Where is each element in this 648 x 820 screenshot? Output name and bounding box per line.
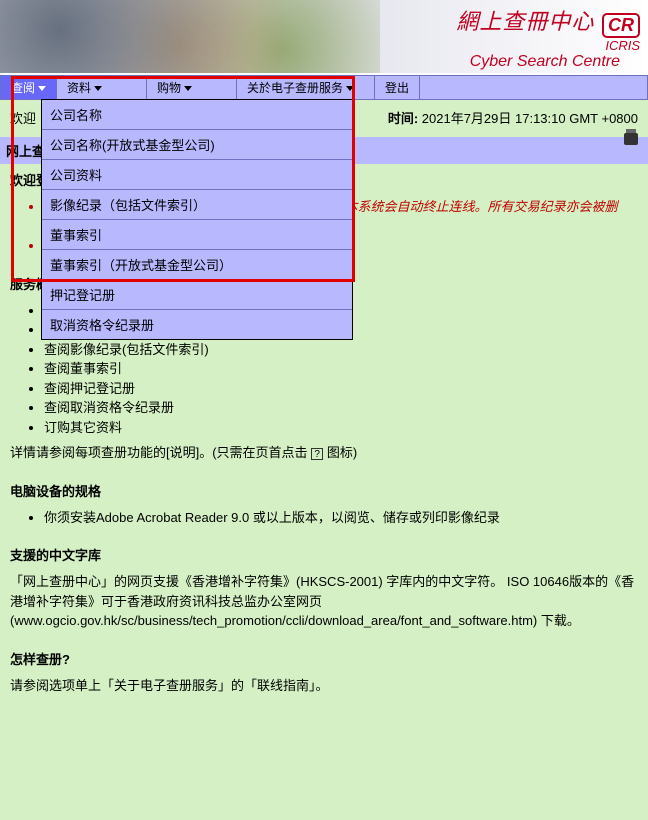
time-block: 时间: 2021年7月29日 17:13:10 GMT +0800 — [388, 108, 638, 127]
chevron-down-icon — [94, 86, 102, 91]
menu-label: 登出 — [385, 81, 409, 95]
dropdown-item-company-name[interactable]: 公司名称 — [42, 100, 352, 130]
dropdown-item-director-index-ofc[interactable]: 董事索引（开放式基金型公司） — [42, 250, 352, 280]
footer-text-suffix: 图标) — [327, 445, 357, 460]
list-item: 查阅董事索引 — [44, 359, 638, 379]
banner-text: 網上查冊中心 CR ICRIS Cyber Search Centre — [456, 4, 640, 71]
dropdown-item-company-name-ofc[interactable]: 公司名称(开放式基金型公司) — [42, 130, 352, 160]
section-how-search-title: 怎样查册? — [10, 649, 638, 668]
search-dropdown: 公司名称 公司名称(开放式基金型公司) 公司资料 影像纪录（包括文件索引） 董事… — [41, 99, 353, 340]
pc-req-list: 你须安装Adobe Acrobat Reader 9.0 或以上版本，以阅览、储… — [10, 508, 638, 528]
menu-about[interactable]: 关於电子查册服务 — [237, 76, 375, 99]
dropdown-item-company-info[interactable]: 公司资料 — [42, 160, 352, 190]
banner-sub1: ICRIS — [456, 38, 640, 53]
banner-sub2: Cyber Search Centre — [456, 53, 620, 71]
list-item: 你须安装Adobe Acrobat Reader 9.0 或以上版本，以阅览、储… — [44, 508, 638, 528]
menu-search[interactable]: 查阅 — [1, 76, 57, 99]
dropdown-item-image-records[interactable]: 影像纪录（包括文件索引） — [42, 190, 352, 220]
menu-data[interactable]: 资料 — [57, 76, 147, 99]
list-item: 查阅影像纪录(包括文件索引) — [44, 340, 638, 360]
banner-artwork — [0, 0, 380, 73]
menu-shopping[interactable]: 购物 — [147, 76, 237, 99]
menu-label: 关於电子查册服务 — [247, 81, 343, 95]
how-search-body: 请参阅选项单上「关于电子查册服务」的「联线指南」。 — [10, 676, 638, 696]
menu-logout[interactable]: 登出 — [375, 76, 420, 99]
print-icon[interactable] — [624, 133, 638, 145]
dropdown-item-director-index[interactable]: 董事索引 — [42, 220, 352, 250]
banner: 網上查冊中心 CR ICRIS Cyber Search Centre — [0, 0, 648, 73]
fonts-body: 「网上查册中心」的网页支援《香港增补字符集》(HKSCS-2001) 字库内的中… — [10, 572, 638, 631]
section-fonts-title: 支援的中文字库 — [10, 545, 638, 564]
cr-badge-icon: CR — [602, 13, 640, 38]
chevron-down-icon — [38, 86, 46, 91]
menubar: 查阅 资料 购物 关於电子查册服务 登出 公司名称 公司名称(开放式基金型公司)… — [0, 75, 648, 100]
welcome-label: 欢迎 — [10, 108, 36, 127]
list-item: 查阅押记登记册 — [44, 379, 638, 399]
menu-label: 资料 — [67, 81, 91, 95]
dropdown-item-disqualification[interactable]: 取消资格令纪录册 — [42, 310, 352, 339]
section-pc-req-title: 电脑设备的规格 — [10, 481, 638, 500]
time-value: 2021年7月29日 17:13:10 GMT +0800 — [422, 111, 638, 126]
footer-text: 详情请参阅每项查册功能的[说明]。(只需在页首点击 — [10, 445, 308, 460]
chevron-down-icon — [184, 86, 192, 91]
dropdown-item-charges-register[interactable]: 押记登记册 — [42, 280, 352, 310]
menu-label: 查阅 — [11, 81, 35, 95]
banner-title: 網上查冊中心 — [456, 9, 594, 34]
list-item: 查阅取消资格令纪录册 — [44, 398, 638, 418]
menu-label: 购物 — [157, 81, 181, 95]
list-item: 订购其它资料 — [44, 418, 638, 438]
time-label: 时间: — [388, 111, 418, 126]
help-icon: ? — [311, 448, 323, 460]
service-footer: 详情请参阅每项查册功能的[说明]。(只需在页首点击 ? 图标) — [10, 443, 638, 463]
chevron-down-icon — [346, 86, 354, 91]
